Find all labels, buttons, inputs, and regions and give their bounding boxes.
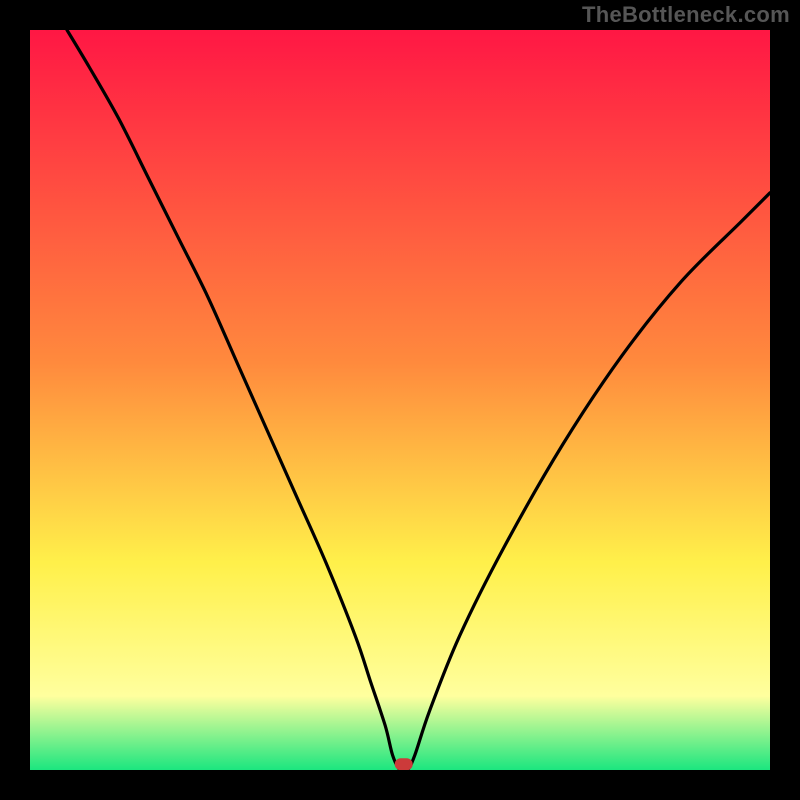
watermark-label: TheBottleneck.com [582,2,790,28]
bottleneck-chart [0,0,800,800]
chart-frame: { "watermark": "TheBottleneck.com", "col… [0,0,800,800]
gradient-background [30,30,770,770]
optimal-marker [395,758,413,770]
